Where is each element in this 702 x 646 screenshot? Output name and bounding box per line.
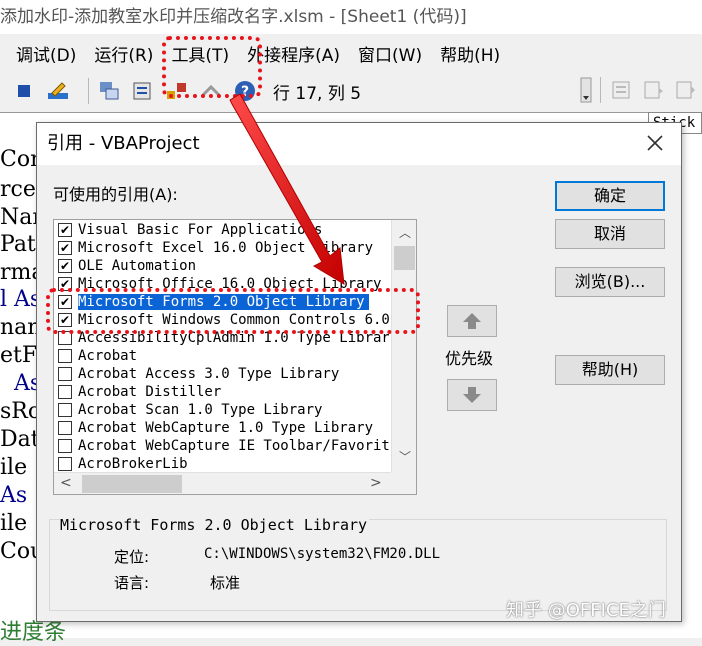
watermark: 知乎 @OFFICE之门 xyxy=(506,600,666,621)
red-arrow-annotation xyxy=(229,93,345,285)
